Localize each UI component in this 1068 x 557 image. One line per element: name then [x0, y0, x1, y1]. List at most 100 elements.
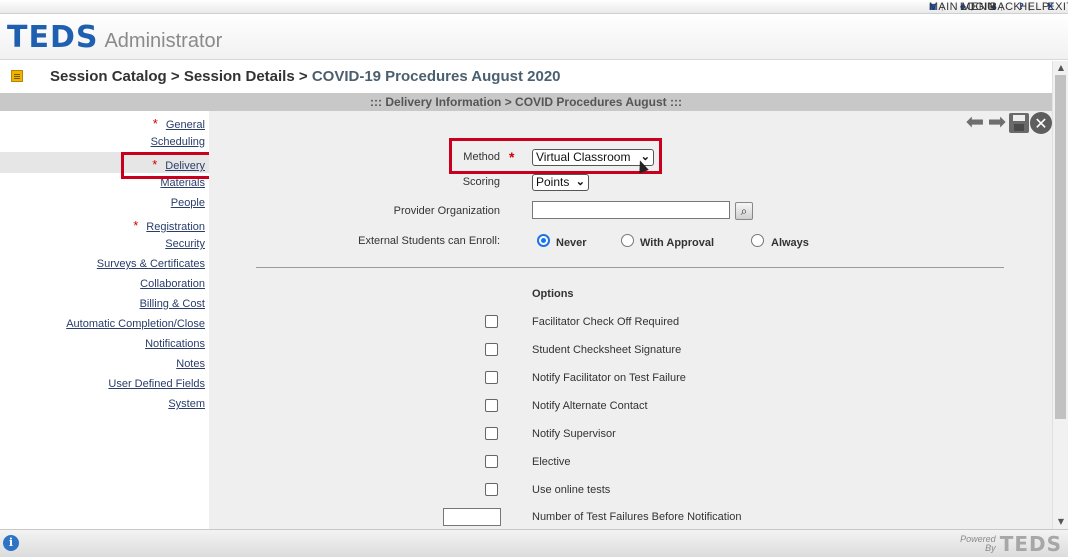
- option-label: Elective: [532, 456, 571, 468]
- option-checkbox-notify-alternate[interactable]: [485, 399, 498, 412]
- sidebar-item-label: Scheduling: [150, 136, 205, 148]
- sidebar-item-label: Automatic Completion/Close: [66, 318, 205, 330]
- external-students-label: External Students can Enroll:: [358, 235, 500, 247]
- breadcrumb-session-details[interactable]: Session Details: [184, 68, 295, 85]
- top-menu-bar: MAIN MENU ■ | LOGIN ◆ | BACK ◀ | HELP ? …: [0, 0, 1068, 14]
- section-divider: [256, 267, 1004, 268]
- test-failures-label: Number of Test Failures Before Notificat…: [532, 511, 742, 523]
- toolbar: ⬅ ➡ ✕: [964, 112, 1052, 134]
- breadcrumb-row: Session Catalog > Session Details > COVI…: [0, 61, 1052, 93]
- breadcrumb-current: COVID-19 Procedures August 2020: [311, 68, 561, 85]
- sidebar-item-surveys-certificates[interactable]: Surveys & Certificates: [97, 258, 205, 270]
- scoring-select[interactable]: Points ⌄: [532, 174, 589, 191]
- app-header: TEDS Administrator: [0, 14, 1068, 60]
- scoring-label: Scoring: [462, 176, 500, 188]
- breadcrumb-separator: >: [166, 68, 184, 85]
- scoring-select-value: Points: [536, 175, 570, 189]
- close-icon: ✕: [1030, 112, 1052, 134]
- scroll-down-icon[interactable]: ▼: [1053, 515, 1068, 529]
- top-menu: MAIN MENU ■ | LOGIN ◆ | BACK ◀ | HELP ? …: [921, 0, 1068, 13]
- save-button[interactable]: [1008, 112, 1030, 134]
- sidebar-item-label: Registration: [146, 221, 205, 233]
- arrow-right-icon: ➡: [987, 110, 1007, 135]
- back-label: BACK: [989, 0, 1022, 13]
- option-label: Student Checksheet Signature: [532, 344, 682, 356]
- scroll-up-icon[interactable]: ▲: [1053, 61, 1068, 75]
- delivery-highlight-box: [121, 152, 214, 179]
- method-highlight-box: [449, 138, 662, 174]
- save-icon: [1009, 113, 1029, 133]
- previous-button[interactable]: ⬅: [964, 112, 986, 134]
- option-checkbox-notify-supervisor[interactable]: [485, 427, 498, 440]
- sidebar-item-security[interactable]: Security: [165, 238, 205, 250]
- section-title: ::: Delivery Information > COVID Procedu…: [0, 93, 1052, 111]
- provider-organization-label: Provider Organization: [393, 205, 500, 217]
- breadcrumb-separator: >: [294, 68, 312, 85]
- enroll-always-label: Always: [771, 237, 809, 249]
- sidebar-item-label: Collaboration: [140, 278, 205, 290]
- sidebar-item-general[interactable]: * General: [153, 116, 205, 131]
- sidebar-item-label: Security: [165, 238, 205, 250]
- sidebar-item-label: Notes: [176, 358, 205, 370]
- sidebar-item-label: User Defined Fields: [108, 378, 205, 390]
- next-button[interactable]: ➡: [986, 112, 1008, 134]
- option-label: Notify Facilitator on Test Failure: [532, 372, 686, 384]
- exit-label: EXIT: [1047, 0, 1068, 13]
- teds-logo: TEDS: [7, 20, 99, 55]
- scrollbar-thumb[interactable]: [1055, 75, 1066, 419]
- required-star: *: [152, 116, 158, 131]
- chevron-down-icon: ⌄: [575, 176, 585, 188]
- teds-footer-logo: TEDS: [999, 532, 1062, 556]
- sidebar-item-people[interactable]: People: [171, 197, 205, 209]
- option-label: Notify Alternate Contact: [532, 400, 648, 412]
- provider-organization-input[interactable]: [532, 201, 730, 219]
- option-checkbox-use-online-tests[interactable]: [485, 483, 498, 496]
- close-button[interactable]: ✕: [1030, 112, 1052, 134]
- by-line: By: [985, 543, 996, 553]
- powered-by: Powered By TEDS: [960, 532, 1062, 556]
- option-checkbox-facilitator-check-off[interactable]: [485, 315, 498, 328]
- arrow-left-icon: ⬅: [965, 110, 985, 135]
- sidebar-item-user-defined-fields[interactable]: User Defined Fields: [108, 378, 205, 390]
- test-failures-input[interactable]: [443, 508, 501, 526]
- app-name: Administrator: [104, 30, 223, 52]
- enroll-with-approval-radio[interactable]: [621, 234, 634, 247]
- search-button[interactable]: ⌕: [735, 202, 753, 220]
- option-label: Facilitator Check Off Required: [532, 316, 680, 328]
- powered-by-text: Powered By: [960, 535, 996, 553]
- sidebar-item-registration[interactable]: * Registration: [133, 218, 205, 233]
- option-label: Use online tests: [532, 484, 611, 496]
- enroll-never-radio[interactable]: [537, 234, 550, 247]
- sidebar-item-notes[interactable]: Notes: [176, 358, 205, 370]
- info-icon[interactable]: i: [3, 535, 19, 551]
- sidebar-item-collaboration[interactable]: Collaboration: [140, 278, 205, 290]
- sidebar-item-label: Surveys & Certificates: [96, 258, 205, 270]
- sidebar-item-system[interactable]: System: [168, 398, 205, 410]
- breadcrumb: Session Catalog > Session Details > COVI…: [50, 68, 561, 85]
- enroll-always-radio[interactable]: [751, 234, 764, 247]
- option-checkbox-student-checksheet[interactable]: [485, 343, 498, 356]
- sidebar-item-label: People: [170, 197, 205, 209]
- sidebar-item-label: Billing & Cost: [139, 298, 205, 310]
- enroll-never-label: Never: [556, 237, 587, 249]
- option-checkbox-notify-facilitator[interactable]: [485, 371, 498, 384]
- option-checkbox-elective[interactable]: [485, 455, 498, 468]
- help-label: HELP: [1019, 0, 1050, 13]
- search-icon: ⌕: [740, 204, 748, 218]
- vertical-scrollbar[interactable]: ▲ ▼: [1052, 61, 1068, 529]
- sidebar-item-scheduling[interactable]: Scheduling: [151, 136, 205, 148]
- breadcrumb-session-catalog[interactable]: Session Catalog: [50, 68, 167, 85]
- required-star: *: [133, 218, 139, 233]
- catalog-icon: [11, 70, 23, 82]
- option-label: Notify Supervisor: [532, 428, 616, 440]
- sidebar-item-label: General: [165, 119, 205, 131]
- options-header: Options: [532, 288, 574, 300]
- sidebar-item-automatic-completion[interactable]: Automatic Completion/Close: [66, 318, 205, 330]
- sidebar-item-billing-cost[interactable]: Billing & Cost: [140, 298, 205, 310]
- footer: i Powered By TEDS: [0, 529, 1068, 557]
- main-menu-link[interactable]: MAIN MENU ■ |: [921, 1, 995, 13]
- sidebar-item-notifications[interactable]: Notifications: [145, 338, 205, 350]
- app-logo: TEDS Administrator: [7, 23, 222, 53]
- sidebar-item-label: System: [168, 398, 205, 410]
- sidebar-item-label: Notifications: [145, 338, 205, 350]
